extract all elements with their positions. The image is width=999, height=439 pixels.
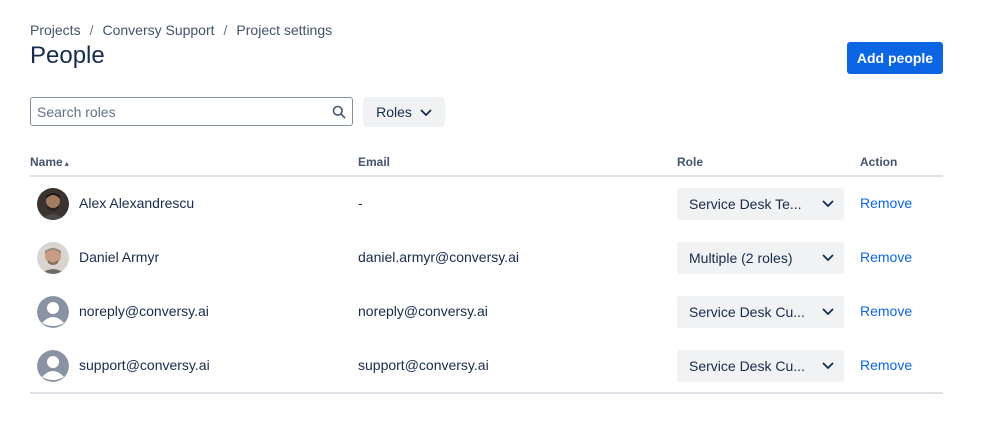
breadcrumb-separator: / [89,22,94,38]
table-header: Name ▴ Email Role Action [30,155,943,177]
chevron-down-icon [822,254,834,261]
sort-icon[interactable]: ▴ [65,159,69,168]
role-dropdown[interactable]: Service Desk Cu... [677,350,844,382]
chevron-down-icon [822,362,834,369]
user-name: Daniel Armyr [79,249,160,265]
chevron-down-icon [822,308,834,315]
user-email: noreply@conversy.ai [358,303,488,319]
breadcrumb-project-settings[interactable]: Project settings [236,22,332,38]
default-user-icon [37,350,69,382]
column-header-name[interactable]: Name ▴ [30,155,69,169]
column-header-role: Role [677,155,704,169]
page-title: People [30,42,105,69]
role-value: Multiple (2 roles) [689,250,793,266]
user-avatar [37,242,69,274]
table-row: Daniel Armyr daniel.armyr@conversy.ai Mu… [30,230,943,284]
remove-link[interactable]: Remove [860,303,912,319]
breadcrumb-separator: / [223,22,228,38]
search-input[interactable] [31,98,326,125]
user-email: support@conversy.ai [358,357,489,373]
user-avatar [37,188,69,220]
chevron-down-icon [822,200,834,207]
breadcrumb-projects[interactable]: Projects [30,22,81,38]
remove-link[interactable]: Remove [860,249,912,265]
role-value: Service Desk Cu... [689,304,805,320]
user-name: support@conversy.ai [79,357,210,373]
role-dropdown[interactable]: Service Desk Cu... [677,296,844,328]
role-value: Service Desk Cu... [689,358,805,374]
default-user-icon [37,296,69,328]
roles-filter-label: Roles [376,104,412,120]
search-icon[interactable] [326,105,352,119]
role-dropdown[interactable]: Service Desk Te... [677,188,844,220]
table-row: support@conversy.ai support@conversy.ai … [30,338,943,392]
role-dropdown[interactable]: Multiple (2 roles) [677,242,844,274]
user-email: daniel.armyr@conversy.ai [358,249,520,265]
user-email: - [358,195,363,211]
table-row: Alex Alexandrescu - Service Desk Te... R… [30,176,943,230]
chevron-down-icon [420,104,432,120]
table-bottom-divider [30,392,943,394]
role-value: Service Desk Te... [689,196,802,212]
user-name: noreply@conversy.ai [79,303,209,319]
table-row: noreply@conversy.ai noreply@conversy.ai … [30,284,943,338]
add-people-button[interactable]: Add people [847,42,943,74]
roles-filter-dropdown[interactable]: Roles [363,97,445,127]
user-name: Alex Alexandrescu [79,195,195,211]
search-roles-field[interactable] [30,97,353,126]
breadcrumb-conversy-support[interactable]: Conversy Support [102,22,214,38]
column-header-action: Action [860,155,898,169]
remove-link[interactable]: Remove [860,195,912,211]
remove-link[interactable]: Remove [860,357,912,373]
column-header-email: Email [358,155,391,169]
column-header-name-label: Name [30,155,63,169]
breadcrumb: Projects / Conversy Support / Project se… [30,22,332,38]
